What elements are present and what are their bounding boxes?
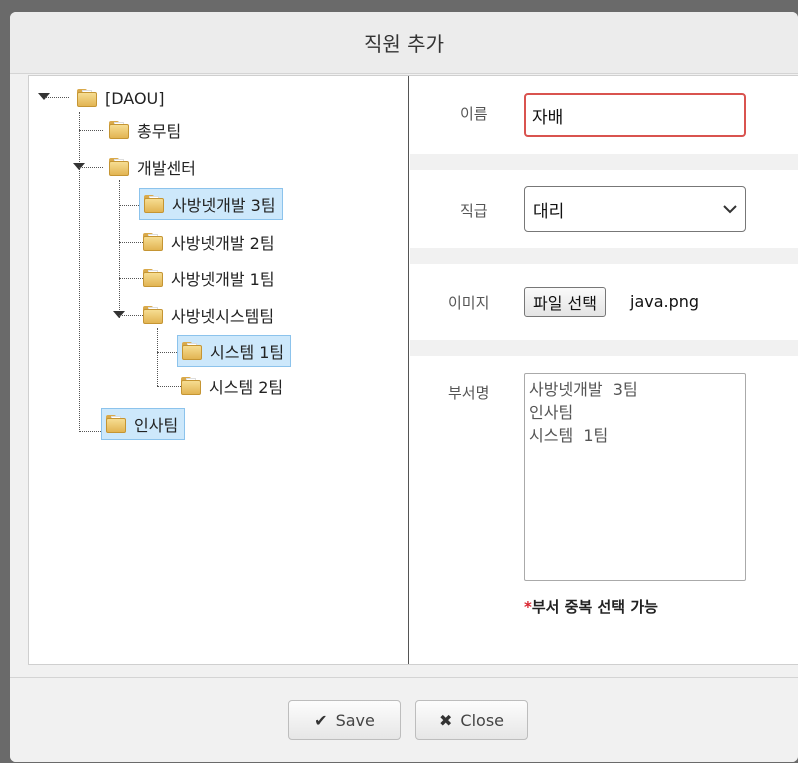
folder-icon — [143, 306, 163, 324]
tree-node-daou[interactable]: [DAOU] — [73, 82, 171, 114]
tree-node-label: 총무팀 — [137, 122, 182, 141]
position-label: 직급 — [460, 202, 488, 220]
dialog-title: 직원 추가 — [10, 12, 798, 74]
form-row-image: 이미지 파일 선택 java.png — [410, 264, 798, 340]
tree-connector — [79, 112, 80, 432]
tree-node-sabangnet-system[interactable]: 사방넷시스템팀 — [139, 299, 280, 331]
tree-node-label: 사방넷개발 2팀 — [171, 234, 275, 253]
save-button-label: Save — [335, 710, 375, 730]
tree-node-sabangnet-dev-2[interactable]: 사방넷개발 2팀 — [139, 226, 281, 258]
required-star: * — [524, 598, 532, 616]
tree-node-label: 사방넷개발 1팀 — [171, 270, 275, 289]
tree-node-sabangnet-dev-1[interactable]: 사방넷개발 1팀 — [139, 262, 281, 294]
form-row-name: 이름 — [410, 76, 798, 154]
tree-connector — [119, 180, 120, 318]
name-input[interactable] — [524, 93, 746, 137]
folder-icon — [143, 269, 163, 287]
tree-node-label: 시스템 2팀 — [209, 378, 284, 397]
department-list-item: 인사팀 — [529, 403, 574, 422]
form-row-department: 부서명 사방넷개발 3팀 인사팀 시스템 1팀 *부서 중복 선택 가능 — [410, 356, 798, 664]
folder-icon — [144, 195, 164, 213]
tree-node-dev-center[interactable]: 개발센터 — [105, 151, 202, 183]
tree-node-system-1[interactable]: 시스템 1팀 — [177, 335, 292, 367]
folder-icon — [143, 233, 163, 251]
folder-icon — [182, 342, 202, 360]
tree-node-system-2[interactable]: 시스템 2팀 — [177, 370, 289, 402]
chevron-down-icon — [723, 199, 737, 219]
position-selected-value: 대리 — [533, 201, 565, 222]
close-button-label: Close — [460, 710, 504, 730]
selected-filename: java.png — [630, 292, 700, 311]
tree-connector — [45, 97, 69, 98]
folder-icon — [109, 121, 129, 139]
folder-icon — [181, 377, 201, 395]
choose-file-button[interactable]: 파일 선택 — [524, 287, 606, 317]
duplicate-selection-note: *부서 중복 선택 가능 — [524, 596, 658, 617]
department-tree: [DAOU] 총무팀 개발센터 사방넷개발 3팀 사방넷개발 2팀 사방넷개발 … — [29, 76, 409, 664]
department-label: 부서명 — [448, 384, 490, 402]
tree-node-hr[interactable]: 인사팀 — [101, 408, 186, 440]
name-label: 이름 — [460, 105, 488, 123]
tree-connector — [79, 130, 103, 131]
add-employee-dialog: 직원 추가 [DAOU] 총무팀 개발센터 사방넷개발 3팀 사방넷개발 2팀 … — [10, 12, 798, 762]
close-icon: ✖ — [439, 710, 453, 730]
dialog-footer: ✔ Save ✖ Close — [10, 677, 798, 762]
tree-node-sabangnet-dev-3[interactable]: 사방넷개발 3팀 — [139, 188, 283, 220]
close-button[interactable]: ✖ Close — [415, 700, 528, 740]
folder-icon — [77, 89, 97, 107]
tree-node-label: 사방넷시스템팀 — [171, 307, 275, 326]
note-text: 부서 중복 선택 가능 — [531, 598, 658, 616]
tree-node-label: 시스템 1팀 — [210, 343, 285, 362]
tree-connector — [79, 431, 103, 432]
save-button[interactable]: ✔ Save — [288, 700, 401, 740]
image-label: 이미지 — [448, 294, 490, 312]
tree-connector — [79, 167, 103, 168]
tree-node-general-affairs[interactable]: 총무팀 — [105, 114, 187, 146]
tree-node-label: 개발센터 — [137, 159, 196, 178]
dialog-body: [DAOU] 총무팀 개발센터 사방넷개발 3팀 사방넷개발 2팀 사방넷개발 … — [28, 75, 798, 665]
department-list-item: 사방넷개발 3팀 — [529, 380, 638, 399]
tree-node-label: 사방넷개발 3팀 — [172, 196, 276, 215]
folder-icon — [109, 158, 129, 176]
folder-icon — [106, 415, 126, 433]
form-row-position: 직급 대리 — [410, 170, 798, 248]
department-list-item: 시스템 1팀 — [529, 426, 609, 445]
position-select[interactable]: 대리 — [524, 186, 746, 232]
check-icon: ✔ — [314, 710, 328, 730]
tree-node-label: 인사팀 — [134, 416, 179, 435]
tree-node-label: [DAOU] — [105, 88, 165, 108]
employee-form: 이름 직급 대리 이미지 파일 선택 java.png 부서명 — [410, 76, 798, 664]
department-list[interactable]: 사방넷개발 3팀 인사팀 시스템 1팀 — [524, 373, 746, 581]
tree-connector — [157, 328, 158, 386]
